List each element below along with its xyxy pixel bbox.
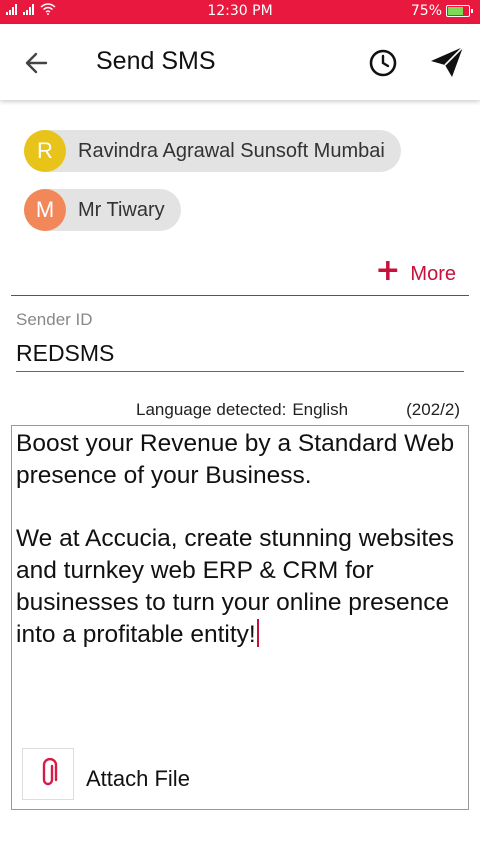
status-time: 12:30 PM bbox=[207, 3, 273, 19]
battery-fill bbox=[448, 7, 463, 15]
battery-percent: 75% bbox=[410, 3, 442, 19]
status-bar: 12:30 PM 75% bbox=[0, 0, 480, 24]
character-counter: (202/2) bbox=[406, 400, 460, 419]
send-icon[interactable] bbox=[428, 44, 466, 80]
recipient-name: Ravindra Agrawal Sunsoft Mumbai bbox=[78, 139, 385, 162]
language-detected: Language detected: English bbox=[136, 400, 348, 420]
plus-icon: + bbox=[375, 253, 401, 288]
text-cursor bbox=[256, 618, 259, 647]
more-label: More bbox=[410, 263, 456, 285]
message-box[interactable]: Boost your Revenue by a Standard Web pre… bbox=[11, 425, 469, 810]
message-text: Boost your Revenue by a Standard Web pre… bbox=[16, 430, 455, 648]
recipient-chip[interactable]: R Ravindra Agrawal Sunsoft Mumbai bbox=[24, 130, 401, 172]
paperclip-icon bbox=[42, 758, 58, 786]
language-value: English bbox=[292, 400, 349, 419]
more-button[interactable]: + More bbox=[375, 256, 456, 286]
divider bbox=[11, 295, 469, 296]
recipient-avatar: M bbox=[24, 189, 66, 231]
clock-icon[interactable] bbox=[366, 46, 400, 80]
battery-indicator: 75% bbox=[410, 3, 473, 19]
battery-icon bbox=[446, 5, 473, 17]
recipient-name: Mr Tiwary bbox=[78, 198, 165, 221]
sender-id-label: Sender ID bbox=[16, 310, 93, 329]
message-input[interactable]: Boost your Revenue by a Standard Web pre… bbox=[16, 428, 461, 651]
attach-file-label[interactable]: Attach File bbox=[86, 766, 190, 792]
sender-id-underline bbox=[16, 371, 464, 372]
sender-id-field[interactable]: REDSMS bbox=[16, 340, 114, 367]
back-arrow-icon[interactable] bbox=[20, 46, 54, 80]
page-title: Send SMS bbox=[96, 47, 216, 75]
recipient-chip[interactable]: M Mr Tiwary bbox=[24, 189, 181, 231]
recipient-avatar: R bbox=[24, 130, 66, 172]
app-bar: Send SMS bbox=[0, 24, 480, 100]
attach-file-button[interactable] bbox=[22, 748, 74, 800]
language-label: Language detected: bbox=[136, 400, 287, 419]
